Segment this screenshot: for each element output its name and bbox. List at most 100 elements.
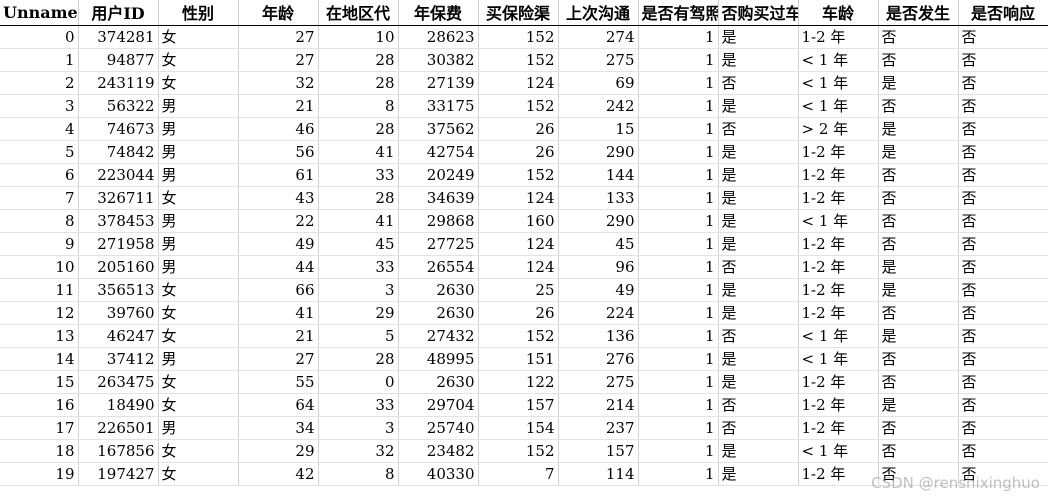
table-cell[interactable]: 女 xyxy=(158,370,239,394)
table-cell[interactable]: 是 xyxy=(878,278,959,302)
table-cell[interactable]: 27432 xyxy=(398,324,479,348)
table-cell[interactable]: 290 xyxy=(558,209,639,233)
table-cell[interactable]: 1-2 年 xyxy=(798,278,879,302)
column-header[interactable]: 是否响应 xyxy=(958,0,1048,26)
table-cell[interactable]: 是 xyxy=(718,48,799,72)
table-cell[interactable]: 否 xyxy=(878,232,959,256)
table-cell[interactable]: 1-2 年 xyxy=(798,393,879,417)
table-cell[interactable]: 136 xyxy=(558,324,639,348)
table-cell[interactable]: 否 xyxy=(958,71,1048,95)
table-cell[interactable]: 女 xyxy=(158,25,239,49)
table-cell[interactable]: 否 xyxy=(718,117,799,141)
table-cell[interactable]: 46247 xyxy=(78,324,159,348)
table-cell[interactable]: 否 xyxy=(958,416,1048,440)
table-cell[interactable]: 否 xyxy=(878,439,959,463)
table-cell[interactable]: 1 xyxy=(638,439,719,463)
table-cell[interactable]: 29 xyxy=(318,301,399,325)
row-index-cell[interactable]: 5 xyxy=(0,140,79,164)
table-cell[interactable]: 1-2 年 xyxy=(798,232,879,256)
table-cell[interactable]: 157 xyxy=(478,393,559,417)
table-cell[interactable]: 37562 xyxy=(398,117,479,141)
table-cell[interactable]: 26 xyxy=(478,140,559,164)
row-index-cell[interactable]: 18 xyxy=(0,439,79,463)
row-index-cell[interactable]: 13 xyxy=(0,324,79,348)
row-index-cell[interactable]: 15 xyxy=(0,370,79,394)
table-cell[interactable]: 否 xyxy=(958,209,1048,233)
table-cell[interactable]: 205160 xyxy=(78,255,159,279)
table-cell[interactable]: 否 xyxy=(718,393,799,417)
table-cell[interactable]: 1-2 年 xyxy=(798,186,879,210)
column-header[interactable]: 性别 xyxy=(158,0,239,26)
table-cell[interactable]: 10 xyxy=(318,25,399,49)
table-cell[interactable]: 5 xyxy=(318,324,399,348)
table-cell[interactable]: 否 xyxy=(958,232,1048,256)
table-cell[interactable]: 28 xyxy=(318,48,399,72)
table-cell[interactable]: 男 xyxy=(158,140,239,164)
table-cell[interactable]: 160 xyxy=(478,209,559,233)
table-cell[interactable]: 29868 xyxy=(398,209,479,233)
table-cell[interactable]: 男 xyxy=(158,255,239,279)
table-cell[interactable]: 39760 xyxy=(78,301,159,325)
column-header[interactable]: 否购买过车 xyxy=(718,0,799,26)
table-cell[interactable]: 否 xyxy=(958,163,1048,187)
table-cell[interactable]: 66 xyxy=(238,278,319,302)
table-cell[interactable]: 32 xyxy=(318,439,399,463)
table-cell[interactable]: 152 xyxy=(478,324,559,348)
table-cell[interactable]: 133 xyxy=(558,186,639,210)
table-cell[interactable]: 是 xyxy=(878,140,959,164)
table-cell[interactable]: 否 xyxy=(958,186,1048,210)
table-cell[interactable]: 男 xyxy=(158,347,239,371)
table-cell[interactable]: > 2 年 xyxy=(798,117,879,141)
table-cell[interactable]: 263475 xyxy=(78,370,159,394)
row-index-cell[interactable]: 16 xyxy=(0,393,79,417)
table-cell[interactable]: 否 xyxy=(878,301,959,325)
column-header[interactable]: Unnamed: xyxy=(0,0,79,26)
table-cell[interactable]: 237 xyxy=(558,416,639,440)
table-cell[interactable]: 7 xyxy=(478,462,559,486)
table-cell[interactable]: 27 xyxy=(238,25,319,49)
table-cell[interactable]: 否 xyxy=(878,163,959,187)
table-cell[interactable]: 否 xyxy=(958,324,1048,348)
row-index-cell[interactable]: 0 xyxy=(0,25,79,49)
table-cell[interactable]: 122 xyxy=(478,370,559,394)
table-cell[interactable]: 124 xyxy=(478,255,559,279)
table-cell[interactable]: 32 xyxy=(238,71,319,95)
table-cell[interactable]: 1 xyxy=(638,186,719,210)
table-cell[interactable]: 1-2 年 xyxy=(798,462,879,486)
table-cell[interactable]: 197427 xyxy=(78,462,159,486)
table-cell[interactable]: 女 xyxy=(158,393,239,417)
table-cell[interactable]: 2630 xyxy=(398,301,479,325)
table-cell[interactable]: 27 xyxy=(238,347,319,371)
table-cell[interactable]: 1-2 年 xyxy=(798,370,879,394)
table-cell[interactable]: 223044 xyxy=(78,163,159,187)
table-cell[interactable]: < 1 年 xyxy=(798,48,879,72)
table-cell[interactable]: 27725 xyxy=(398,232,479,256)
table-cell[interactable]: 是 xyxy=(718,370,799,394)
row-index-cell[interactable]: 17 xyxy=(0,416,79,440)
table-cell[interactable]: 28 xyxy=(318,117,399,141)
table-cell[interactable]: 1 xyxy=(638,140,719,164)
table-cell[interactable]: 28 xyxy=(318,347,399,371)
column-header[interactable]: 上次沟通 xyxy=(558,0,639,26)
table-cell[interactable]: 1 xyxy=(638,393,719,417)
table-cell[interactable]: 29704 xyxy=(398,393,479,417)
table-cell[interactable]: 1 xyxy=(638,71,719,95)
row-index-cell[interactable]: 19 xyxy=(0,462,79,486)
table-cell[interactable]: 否 xyxy=(878,209,959,233)
table-cell[interactable]: 男 xyxy=(158,94,239,118)
table-cell[interactable]: 女 xyxy=(158,48,239,72)
table-cell[interactable]: 41 xyxy=(238,301,319,325)
table-cell[interactable]: 55 xyxy=(238,370,319,394)
table-cell[interactable]: 33 xyxy=(318,255,399,279)
table-cell[interactable]: 是 xyxy=(878,117,959,141)
table-cell[interactable]: 46 xyxy=(238,117,319,141)
table-cell[interactable]: 27139 xyxy=(398,71,479,95)
table-cell[interactable]: 21 xyxy=(238,324,319,348)
table-cell[interactable]: 74842 xyxy=(78,140,159,164)
table-cell[interactable]: 41 xyxy=(318,209,399,233)
table-cell[interactable]: 33 xyxy=(318,393,399,417)
table-cell[interactable]: 否 xyxy=(878,370,959,394)
table-cell[interactable]: 152 xyxy=(478,25,559,49)
table-cell[interactable]: 1 xyxy=(638,347,719,371)
table-cell[interactable]: 157 xyxy=(558,439,639,463)
